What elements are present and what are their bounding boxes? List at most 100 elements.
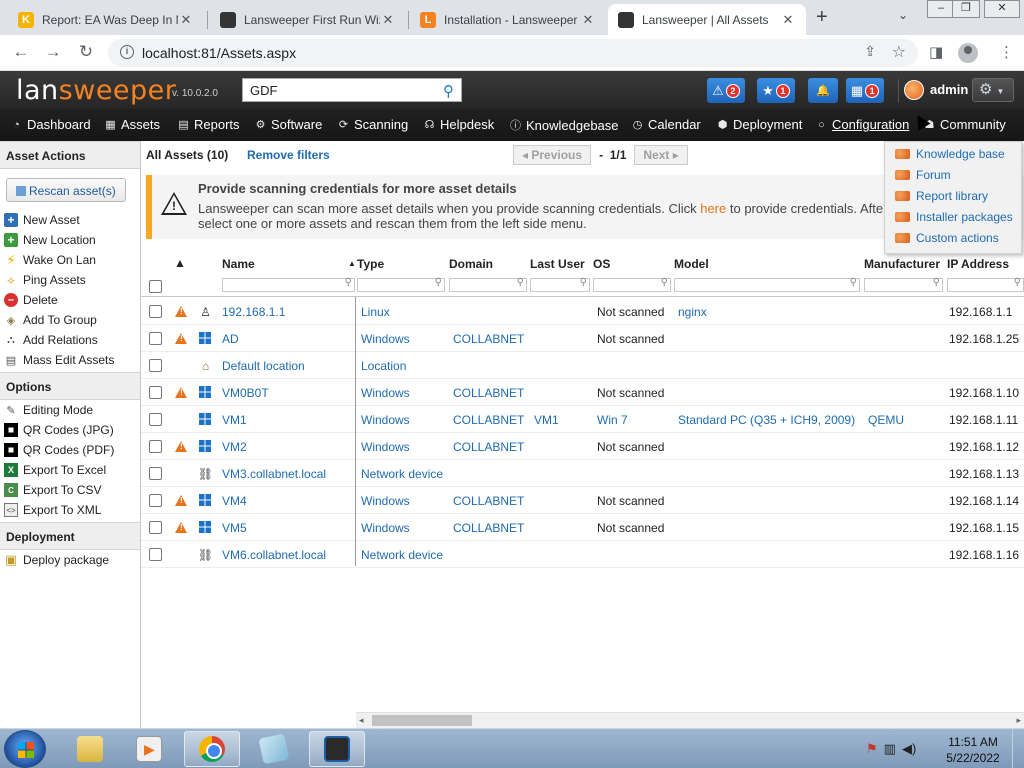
nav-software[interactable]: ⚙ Software: [254, 117, 323, 132]
row-checkbox[interactable]: [149, 386, 162, 399]
nav-calendar[interactable]: ◷ Calendar: [631, 117, 701, 132]
browser-tab[interactable]: Lansweeper First Run Wiz ✕: [210, 4, 406, 35]
model-filter-input[interactable]: [674, 277, 860, 292]
reload-icon[interactable]: ↻: [75, 42, 97, 62]
nav-knowledgebase[interactable]: ⓘ Knowledgebase: [509, 117, 619, 133]
nav-community[interactable]: ☗ Community: [923, 117, 1006, 132]
asset-domain-link[interactable]: COLLABNET: [453, 413, 524, 427]
settings-button[interactable]: ⚙ ▼: [972, 78, 1014, 102]
previous-page-button[interactable]: ◂ Previous: [513, 145, 592, 165]
notifications-button[interactable]: 🔔: [808, 78, 838, 103]
favorites-button[interactable]: ★ 1: [757, 78, 795, 103]
lansweeper-logo[interactable]: lansweeper: [16, 75, 176, 106]
credentials-here-link[interactable]: here: [700, 201, 726, 216]
avatar[interactable]: [904, 80, 924, 100]
asset-type-link[interactable]: Windows: [361, 521, 410, 535]
maximize-button[interactable]: ❐: [952, 0, 980, 18]
table-row[interactable]: ⛓ VM3.collabnet.local Network device 192.16…: [141, 460, 1024, 487]
network-icon[interactable]: ▥: [884, 741, 896, 757]
window-close-button[interactable]: ✕: [984, 0, 1020, 18]
table-row[interactable]: VM4 Windows COLLABNET Not scanned 192.168.1.…: [141, 487, 1024, 514]
asset-name-link[interactable]: VM1: [222, 413, 247, 427]
menu-item-report-library[interactable]: Report library: [895, 189, 988, 203]
export-xml-link[interactable]: <> Export To XML: [4, 501, 101, 519]
volume-icon[interactable]: ◀): [902, 741, 916, 757]
asset-type-link[interactable]: Windows: [361, 494, 410, 508]
profile-icon[interactable]: [958, 43, 978, 63]
add-to-group-link[interactable]: ◈ Add To Group: [4, 311, 97, 329]
delete-link[interactable]: – Delete: [4, 291, 58, 309]
asset-name-link[interactable]: Default location: [222, 359, 305, 373]
nav-reports[interactable]: ▤ Reports: [177, 117, 239, 132]
nav-deployment[interactable]: ⬢ Deployment: [716, 117, 803, 132]
editing-mode-link[interactable]: ✎ Editing Mode: [4, 401, 93, 419]
side-panel-icon[interactable]: ◨: [929, 43, 943, 61]
menu-item-custom-actions[interactable]: Custom actions: [895, 231, 999, 245]
asset-domain-link[interactable]: COLLABNET: [453, 440, 524, 454]
remove-filters-link[interactable]: Remove filters: [247, 148, 330, 162]
menu-item-knowledge-base[interactable]: Knowledge base: [895, 147, 1005, 161]
select-all-checkbox[interactable]: [149, 280, 162, 293]
taskbar-notepad[interactable]: [246, 731, 302, 767]
asset-model-link[interactable]: Standard PC (Q35 + ICH9, 2009): [678, 413, 855, 427]
ping-assets-link[interactable]: ⟡ Ping Assets: [4, 271, 86, 289]
scroll-left-icon[interactable]: ◂: [359, 715, 364, 726]
export-csv-link[interactable]: C Export To CSV: [4, 481, 101, 499]
scroll-right-icon[interactable]: ▸: [1016, 715, 1021, 726]
asset-os[interactable]: Win 7: [597, 413, 628, 427]
horizontal-scrollbar[interactable]: ◂ ▸: [356, 712, 1024, 728]
last-user-filter-input[interactable]: [530, 277, 590, 292]
asset-type-link[interactable]: Network device: [361, 467, 443, 481]
asset-model-link[interactable]: nginx: [678, 305, 707, 319]
qr-jpg-link[interactable]: QR Codes (JPG): [4, 421, 114, 439]
rescan-button[interactable]: Rescan asset(s): [6, 178, 126, 202]
asset-manufacturer-link[interactable]: QEMU: [868, 413, 904, 427]
address-bar[interactable]: i localhost:81/Assets.aspx ⇪ ☆: [108, 39, 918, 67]
close-tab-icon[interactable]: ✕: [580, 12, 596, 28]
close-tab-icon[interactable]: ✕: [178, 12, 194, 28]
asset-domain-link[interactable]: COLLABNET: [453, 521, 524, 535]
column-model[interactable]: Model: [674, 257, 709, 271]
column-os[interactable]: OS: [593, 257, 610, 271]
minimize-button[interactable]: –: [927, 0, 955, 18]
asset-domain-link[interactable]: COLLABNET: [453, 332, 524, 346]
row-checkbox[interactable]: [149, 521, 162, 534]
asset-name-link[interactable]: VM2: [222, 440, 247, 454]
asset-domain-link[interactable]: COLLABNET: [453, 386, 524, 400]
alerts-button[interactable]: ⚠ 2: [707, 78, 745, 103]
name-filter-input[interactable]: [222, 277, 355, 292]
asset-name-link[interactable]: VM4: [222, 494, 247, 508]
browser-tab-active[interactable]: Lansweeper | All Assets ✕: [608, 4, 806, 35]
asset-type-link[interactable]: Windows: [361, 332, 410, 346]
column-ip-address[interactable]: IP Address: [947, 257, 1009, 271]
mass-edit-link[interactable]: ▤ Mass Edit Assets: [4, 351, 115, 369]
taskbar-media-player[interactable]: [121, 731, 177, 767]
column-last-user[interactable]: Last User: [530, 257, 585, 271]
domain-filter-input[interactable]: [449, 277, 527, 292]
scrollbar-thumb[interactable]: [372, 715, 472, 726]
nav-assets[interactable]: ▦ Assets: [104, 117, 160, 132]
calendar-button[interactable]: ▦ 1: [846, 78, 884, 103]
row-checkbox[interactable]: [149, 359, 162, 372]
forward-icon[interactable]: →: [42, 42, 64, 62]
new-asset-link[interactable]: + New Asset: [4, 211, 80, 229]
taskbar-clock[interactable]: 11:51 AM 5/22/2022: [936, 734, 1010, 766]
taskbar-explorer[interactable]: [62, 731, 118, 767]
asset-type-link[interactable]: Network device: [361, 548, 443, 562]
back-icon[interactable]: ←: [10, 42, 32, 62]
row-checkbox[interactable]: [149, 332, 162, 345]
table-row[interactable]: VM5 Windows COLLABNET Not scanned 192.168.1.…: [141, 514, 1024, 541]
browser-tab[interactable]: K Report: EA Was Deep In M ✕: [8, 4, 204, 35]
row-checkbox[interactable]: [149, 494, 162, 507]
manufacturer-filter-input[interactable]: [864, 277, 943, 292]
ip-filter-input[interactable]: [947, 277, 1024, 292]
user-name[interactable]: admin: [930, 82, 968, 97]
asset-name-link[interactable]: VM3.collabnet.local: [222, 467, 326, 481]
asset-name-link[interactable]: 192.168.1.1: [222, 305, 285, 319]
asset-domain-link[interactable]: COLLABNET: [453, 494, 524, 508]
table-row[interactable]: VM2 Windows COLLABNET Not scanned 192.168.1.…: [141, 433, 1024, 460]
search-input[interactable]: [243, 79, 423, 101]
wake-on-lan-link[interactable]: ⚡ Wake On Lan: [4, 251, 96, 269]
show-desktop-button[interactable]: [1012, 729, 1024, 768]
asset-name-link[interactable]: VM5: [222, 521, 247, 535]
